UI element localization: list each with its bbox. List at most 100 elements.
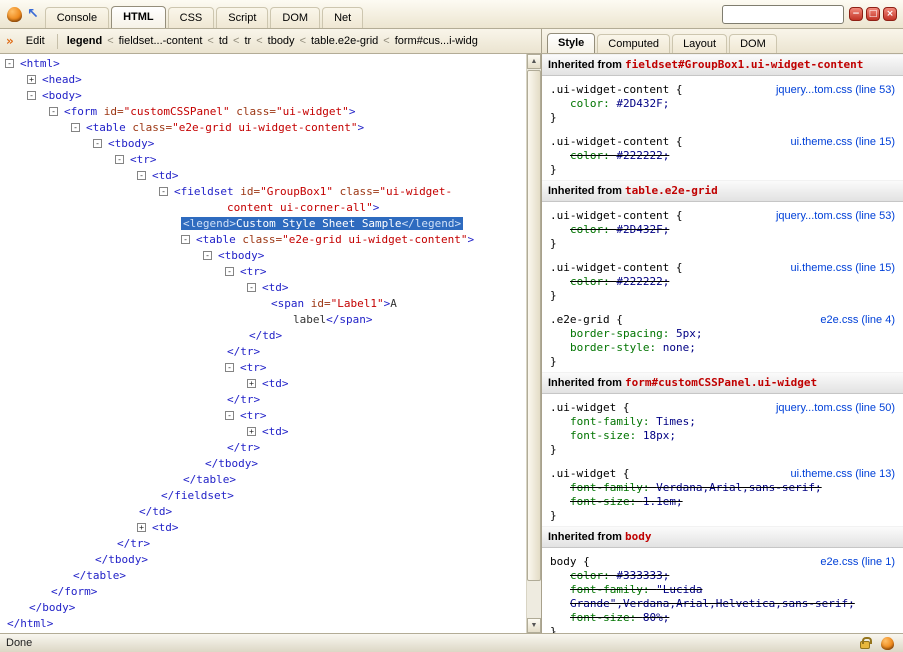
collapse-toggle-icon[interactable]: - [247,283,256,292]
css-file-link[interactable]: e2e.css (line 1) [820,556,895,568]
node-code[interactable]: <tr> [128,153,159,166]
firebug-status-icon[interactable] [881,637,894,650]
tree-line[interactable]: </html> [0,616,526,632]
tree-line[interactable]: -<tbody> [0,248,526,264]
node-code[interactable]: </html> [5,617,55,630]
collapse-toggle-icon[interactable]: - [115,155,124,164]
node-code[interactable]: </tbody> [93,553,150,566]
tree-line[interactable]: </tr> [0,536,526,552]
css-selector[interactable]: .ui-widget-content { [550,83,682,97]
tree-line[interactable]: </body> [0,600,526,616]
css-selector[interactable]: .ui-widget-content { [550,209,682,223]
lock-icon[interactable] [860,641,870,649]
tree-line[interactable]: <span id="Label1">A [0,296,526,312]
tab-dom[interactable]: DOM [270,7,320,28]
css-selector[interactable]: .ui-widget-content { [550,135,682,149]
collapse-toggle-icon[interactable]: - [225,411,234,420]
tab-style[interactable]: Style [547,33,595,53]
node-code[interactable]: </tr> [225,393,262,406]
scrollbar-thumb[interactable] [527,70,541,581]
collapse-toggle-icon[interactable]: - [27,91,36,100]
tree-line[interactable]: +<td> [0,520,526,536]
tab-html[interactable]: HTML [111,6,166,28]
tree-line[interactable]: </tr> [0,344,526,360]
selected-node[interactable]: <legend>Custom Style Sheet Sample</legen… [181,217,463,230]
breadcrumb-item[interactable]: fieldset...-content [115,33,207,49]
css-property[interactable]: border-spacing: 5px; [550,327,895,341]
breadcrumb-item[interactable]: tr [240,33,255,49]
element-link[interactable]: body [625,530,652,543]
expand-toggle-icon[interactable]: + [247,427,256,436]
node-code[interactable]: <table class="e2e-grid ui-widget-content… [84,121,366,134]
scroll-up-button[interactable]: ▲ [527,54,541,69]
tree-line[interactable]: -<table class="e2e-grid ui-widget-conten… [0,120,526,136]
node-code[interactable]: <table class="e2e-grid ui-widget-content… [194,233,476,246]
tab-dom[interactable]: DOM [729,34,777,53]
collapse-toggle-icon[interactable]: - [225,363,234,372]
breadcrumb-item[interactable]: legend [63,33,106,49]
node-code[interactable]: <tr> [238,265,269,278]
node-code[interactable]: </tr> [225,345,262,358]
tree-line[interactable]: </tr> [0,440,526,456]
node-code[interactable]: <head> [40,73,84,86]
tree-line[interactable]: -<td> [0,280,526,296]
search-input[interactable] [722,5,844,24]
css-property[interactable]: font-size: 1.1em; [550,495,895,509]
node-code[interactable]: <td> [260,281,291,294]
tree-line[interactable]: -<tr> [0,152,526,168]
collapse-toggle-icon[interactable]: - [71,123,80,132]
collapse-toggle-icon[interactable]: - [49,107,58,116]
css-file-link[interactable]: jquery...tom.css (line 53) [776,210,895,222]
tree-line[interactable]: -<html> [0,56,526,72]
collapse-toggle-icon[interactable]: - [5,59,14,68]
css-selector[interactable]: body { [550,555,590,569]
collapse-toggle-icon[interactable]: - [93,139,102,148]
collapse-toggle-icon[interactable]: - [137,171,146,180]
node-code[interactable]: <html> [18,57,62,70]
node-code[interactable]: <td> [260,377,291,390]
node-code[interactable]: label</span> [291,313,374,326]
css-property[interactable]: font-family: Times; [550,415,895,429]
scroll-down-button[interactable]: ▼ [527,618,541,633]
minimize-button[interactable]: − [849,7,863,21]
tree-line[interactable]: +<head> [0,72,526,88]
node-code[interactable]: <td> [260,425,291,438]
breadcrumb-item[interactable]: tbody [264,33,299,49]
collapse-toggle-icon[interactable]: - [181,235,190,244]
tree-line[interactable]: content ui-corner-all"> [0,200,526,216]
tree-line[interactable]: </td> [0,504,526,520]
css-property[interactable]: color: #333333; [550,569,895,583]
css-property[interactable]: color: #222222; [550,275,895,289]
tree-line[interactable]: -<fieldset id="GroupBox1" class="ui-widg… [0,184,526,200]
tree-line[interactable]: </form> [0,584,526,600]
tree-line[interactable]: + <td> [0,424,526,440]
tree-line[interactable]: -<td> [0,168,526,184]
tree-line[interactable]: -<body> [0,88,526,104]
collapse-toggle-icon[interactable]: - [203,251,212,260]
collapse-toggle-icon[interactable]: - [159,187,168,196]
tree-line[interactable]: </td> [0,328,526,344]
node-code[interactable]: <span id="Label1">A [269,297,399,310]
css-file-link[interactable]: ui.theme.css (line 13) [790,468,895,480]
tree-line[interactable]: <legend>Custom Style Sheet Sample</legen… [0,216,526,232]
css-file-link[interactable]: ui.theme.css (line 15) [790,136,895,148]
node-code[interactable]: <tr> [238,409,269,422]
css-file-link[interactable]: jquery...tom.css (line 50) [776,402,895,414]
tree-line[interactable]: -<form id="customCSSPanel" class="ui-wid… [0,104,526,120]
node-code[interactable]: <tr> [238,361,269,374]
node-code[interactable]: </td> [137,505,174,518]
css-property[interactable]: font-size: 18px; [550,429,895,443]
node-code[interactable]: </tbody> [203,457,260,470]
tree-line[interactable]: </table> [0,568,526,584]
tab-net[interactable]: Net [322,7,363,28]
css-file-link[interactable]: ui.theme.css (line 15) [790,262,895,274]
tree-line[interactable]: +<td> [0,376,526,392]
collapse-toggle-icon[interactable]: - [225,267,234,276]
node-code[interactable]: </tr> [115,537,152,550]
node-code[interactable]: <form id="customCSSPanel" class="ui-widg… [62,105,357,118]
node-code[interactable]: <fieldset id="GroupBox1" class="ui-widge… [172,185,454,198]
breadcrumb-item[interactable]: form#cus...i-widg [391,33,482,49]
tree-line[interactable]: label</span> [0,312,526,328]
tree-line[interactable]: </tbody> [0,456,526,472]
tree-line[interactable]: -<tr> [0,360,526,376]
